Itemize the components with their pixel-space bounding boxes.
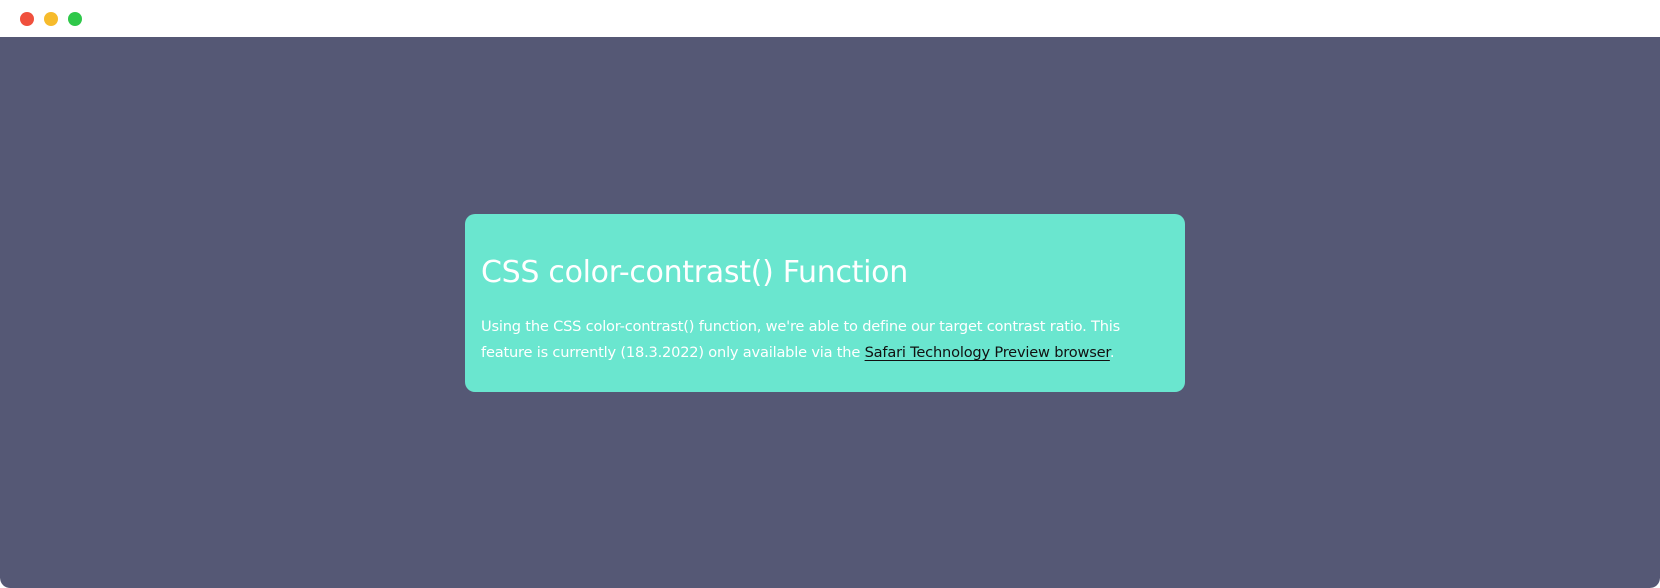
card-title: CSS color-contrast() Function	[481, 255, 908, 290]
card-description: Using the CSS color-contrast() function,…	[481, 314, 1169, 366]
zoom-window-icon[interactable]	[68, 12, 82, 26]
close-window-icon[interactable]	[20, 12, 34, 26]
page-viewport: CSS color-contrast() Function Using the …	[0, 37, 1660, 588]
window-titlebar	[0, 0, 1660, 37]
info-card: CSS color-contrast() Function Using the …	[465, 214, 1185, 392]
browser-window: CSS color-contrast() Function Using the …	[0, 0, 1660, 588]
minimize-window-icon[interactable]	[44, 12, 58, 26]
card-description-end: .	[1109, 344, 1115, 361]
safari-technology-preview-link[interactable]: Safari Technology Preview browser	[865, 344, 1110, 361]
